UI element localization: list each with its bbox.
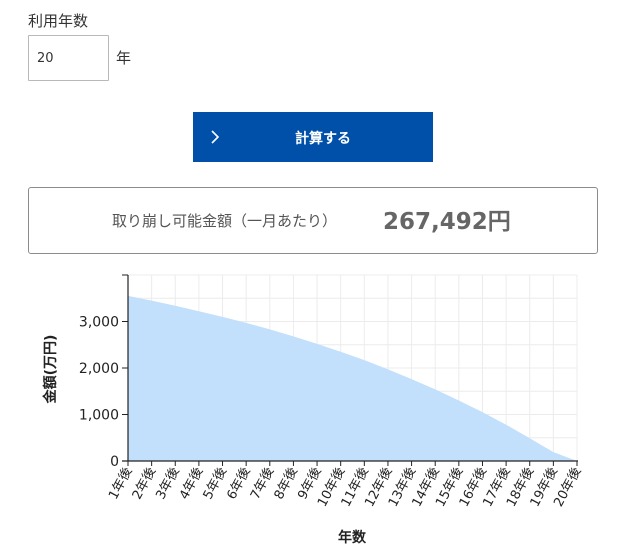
calculate-button-label: 計算する [295, 131, 351, 147]
years-input[interactable] [28, 35, 109, 81]
years-label: 利用年数 [28, 12, 89, 30]
x-axis-label: 年数 [338, 529, 367, 546]
chart-area-series [128, 295, 577, 461]
years-unit-label: 年 [116, 49, 132, 67]
y-axis-ticks: 0 1,000 2,000 3,000 [79, 274, 128, 470]
result-box: 取り崩し可能金額（一月あたり） 267,492円 [28, 187, 598, 254]
balance-chart: 0 1,000 2,000 3,000 1年後2年後3年後4年後5年後6年後7年後8年… [42, 274, 585, 546]
y-tick-label: 0 [110, 454, 119, 470]
y-tick-label: 1,000 [79, 408, 119, 424]
y-axis-label: 金額(万円) [42, 335, 59, 405]
y-tick-label: 2,000 [79, 361, 119, 377]
y-tick-label: 3,000 [79, 315, 119, 331]
result-label: 取り崩し可能金額（一月あたり） [112, 212, 338, 230]
result-value: 267,492円 [383, 209, 511, 235]
calculate-button[interactable]: 計算する [193, 112, 433, 162]
x-axis-ticks: 1年後2年後3年後4年後5年後6年後7年後8年後9年後10年後11年後12年後1… [106, 461, 585, 509]
